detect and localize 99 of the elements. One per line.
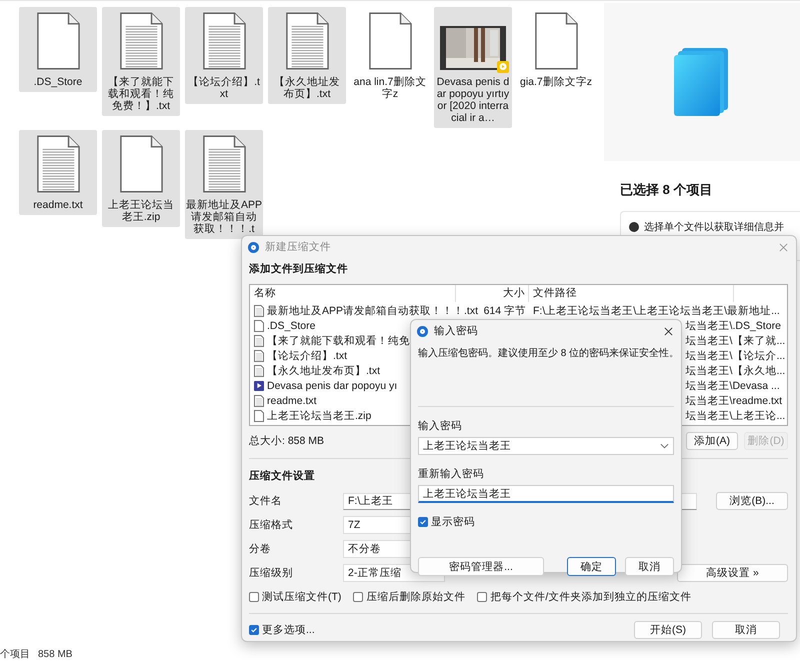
file-name: .DS_Store xyxy=(32,76,84,88)
text-file-icon xyxy=(285,12,329,70)
app-icon xyxy=(248,242,259,252)
option-label: 把每个文件/文件夹添加到独立的压缩文件 xyxy=(490,590,692,604)
path-cell: 坛当老王\【来了就... xyxy=(686,334,786,346)
text-file-icon xyxy=(254,350,264,362)
file-tile[interactable]: 上老王论坛当老王.zip xyxy=(102,130,180,227)
window-title: 输入密码 xyxy=(434,324,479,338)
video-file-icon xyxy=(254,380,264,392)
file-name: 【论坛介绍】.txt xyxy=(187,76,261,100)
blank-file-icon xyxy=(254,410,264,422)
file-name-cell: .DS_Store xyxy=(267,320,316,332)
option-label: 更多选项... xyxy=(262,623,315,637)
checkbox[interactable] xyxy=(249,625,259,635)
stacked-files-icon xyxy=(674,48,730,116)
play-badge-icon xyxy=(497,61,509,73)
field-label: 压缩级别 xyxy=(249,566,294,580)
password-combobox[interactable]: 上老王论坛当老王 xyxy=(418,437,674,455)
file-name: ana lin.7删除文字z xyxy=(352,76,428,100)
field-label: 分卷 xyxy=(249,542,272,556)
blank-file-icon xyxy=(119,135,163,193)
option-label: 测试压缩文件(T) xyxy=(262,590,342,604)
checkbox[interactable] xyxy=(418,517,428,527)
file-name: 上老王论坛当老王.zip xyxy=(107,199,175,223)
path-cell: F:\上老王论坛当老王\上老王论坛当老王\最新地址... xyxy=(533,304,780,316)
column-header[interactable]: 大小 xyxy=(456,285,529,302)
blank-file-icon xyxy=(36,12,80,70)
description-text: 输入压缩包密码。建议使用至少 8 位的密码来保证安全性。 xyxy=(418,346,680,360)
file-tile[interactable]: 【来了就能下载和观看！纯免费！】.txt xyxy=(102,7,180,116)
column-header[interactable]: 文件路径 xyxy=(529,285,734,302)
text-file-icon xyxy=(202,12,246,70)
app-icon xyxy=(417,326,428,336)
text-file-icon xyxy=(254,364,264,376)
close-icon[interactable] xyxy=(664,326,673,336)
add-button[interactable]: 添加(A) xyxy=(686,432,738,450)
file-name: 【永久地址发布页】.txt xyxy=(273,76,341,100)
text-file-icon xyxy=(254,334,264,346)
file-name: 最新地址及APP请发邮箱自动获取！！！.t xyxy=(186,199,262,235)
blank-file-icon xyxy=(254,320,264,332)
checkbox[interactable] xyxy=(353,592,364,602)
file-name: 【来了就能下载和观看！纯免费！】.txt xyxy=(107,76,175,112)
file-tile[interactable]: Devasa penis dar popoyu yırtıyor [2020 interracial ir a… xyxy=(434,7,512,128)
field-label: 压缩格式 xyxy=(249,518,294,532)
item-count: 个项目 xyxy=(0,648,30,661)
file-tile[interactable]: ana lin.7删除文字z xyxy=(351,7,429,104)
text-file-icon xyxy=(36,135,80,193)
field-label: 重新输入密码 xyxy=(418,467,485,481)
file-name-cell: 最新地址及APP请发邮箱自动获取！！！.txt xyxy=(267,304,478,318)
path-cell: 坛当老王\【论坛介... xyxy=(686,350,786,362)
field-label: 文件名 xyxy=(249,494,283,508)
file-name-cell: Devasa penis dar popoyu yı xyxy=(267,380,398,392)
cancel-button[interactable]: 取消 xyxy=(625,557,674,576)
browse-button[interactable]: 浏览(B)... xyxy=(716,492,788,510)
password-manager-button[interactable]: 密码管理器... xyxy=(418,557,544,576)
file-tile[interactable]: 最新地址及APP请发邮箱自动获取！！！.t xyxy=(185,130,263,239)
path-cell: 坛当老王\【永久地... xyxy=(686,364,786,376)
file-name-cell: 【永久地址发布页】.txt xyxy=(267,364,380,378)
file-name-cell: 上老王论坛当老王.zip xyxy=(267,408,372,422)
size-cell: 614 字节 xyxy=(484,304,526,316)
section-heading: 压缩文件设置 xyxy=(249,469,315,483)
path-cell: 坛当老王\上老王论... xyxy=(686,410,786,422)
file-name: readme.txt xyxy=(32,199,84,211)
total-size: 总大小: 858 MB xyxy=(249,434,324,448)
option-label: 压缩后删除原始文件 xyxy=(366,590,466,604)
total-size: 858 MB xyxy=(38,648,72,660)
info-icon xyxy=(629,222,639,232)
field-label: 输入密码 xyxy=(418,419,463,433)
file-name-cell: 【论坛介绍】.txt xyxy=(267,348,348,362)
text-file-icon xyxy=(202,135,246,193)
path-cell: 坛当老王\Devasa ... xyxy=(686,380,780,392)
file-tile[interactable]: readme.txt xyxy=(19,130,97,215)
blank-file-icon xyxy=(368,12,412,70)
file-tile[interactable]: .DS_Store xyxy=(19,7,97,92)
ok-button[interactable]: 确定 xyxy=(567,557,616,576)
column-header[interactable]: 名称 xyxy=(250,285,456,302)
file-name-cell: 【来了就能下载和观看！纯免 xyxy=(267,334,410,348)
cancel-button[interactable]: 取消 xyxy=(712,621,780,639)
path-cell: 坛当老王\readme.txt xyxy=(686,394,782,406)
text-file-icon xyxy=(254,304,264,316)
file-tile[interactable]: 【论坛介绍】.txt xyxy=(185,7,263,104)
advanced-settings-button[interactable]: 高级设置 » xyxy=(677,564,788,582)
start-button[interactable]: 开始(S) xyxy=(634,621,702,639)
window-title: 新建压缩文件 xyxy=(265,240,332,254)
file-name: Devasa penis dar popoyu yırtıyor [2020 interracial ir a… xyxy=(436,76,510,124)
file-tile[interactable]: gia.7删除文字z xyxy=(517,7,595,92)
file-tile[interactable]: 【永久地址发布页】.txt xyxy=(268,7,346,104)
checkbox[interactable] xyxy=(249,592,259,602)
path-cell: 坛当老王\.DS_Store xyxy=(686,320,781,332)
file-name-cell: readme.txt xyxy=(267,394,317,406)
repeat-password-field[interactable]: 上老王论坛当老王 xyxy=(418,485,674,503)
file-name: gia.7删除文字z xyxy=(518,76,594,88)
info-text: 选择单个文件以获取详细信息并 xyxy=(644,220,784,234)
blank-file-icon xyxy=(534,12,578,70)
text-file-icon xyxy=(254,394,264,406)
chevron-icon xyxy=(660,443,669,449)
selection-heading: 已选择 8 个项目 xyxy=(620,181,714,199)
checkbox[interactable] xyxy=(477,592,488,602)
section-heading: 添加文件到压缩文件 xyxy=(249,262,348,276)
text-file-icon xyxy=(119,12,163,70)
